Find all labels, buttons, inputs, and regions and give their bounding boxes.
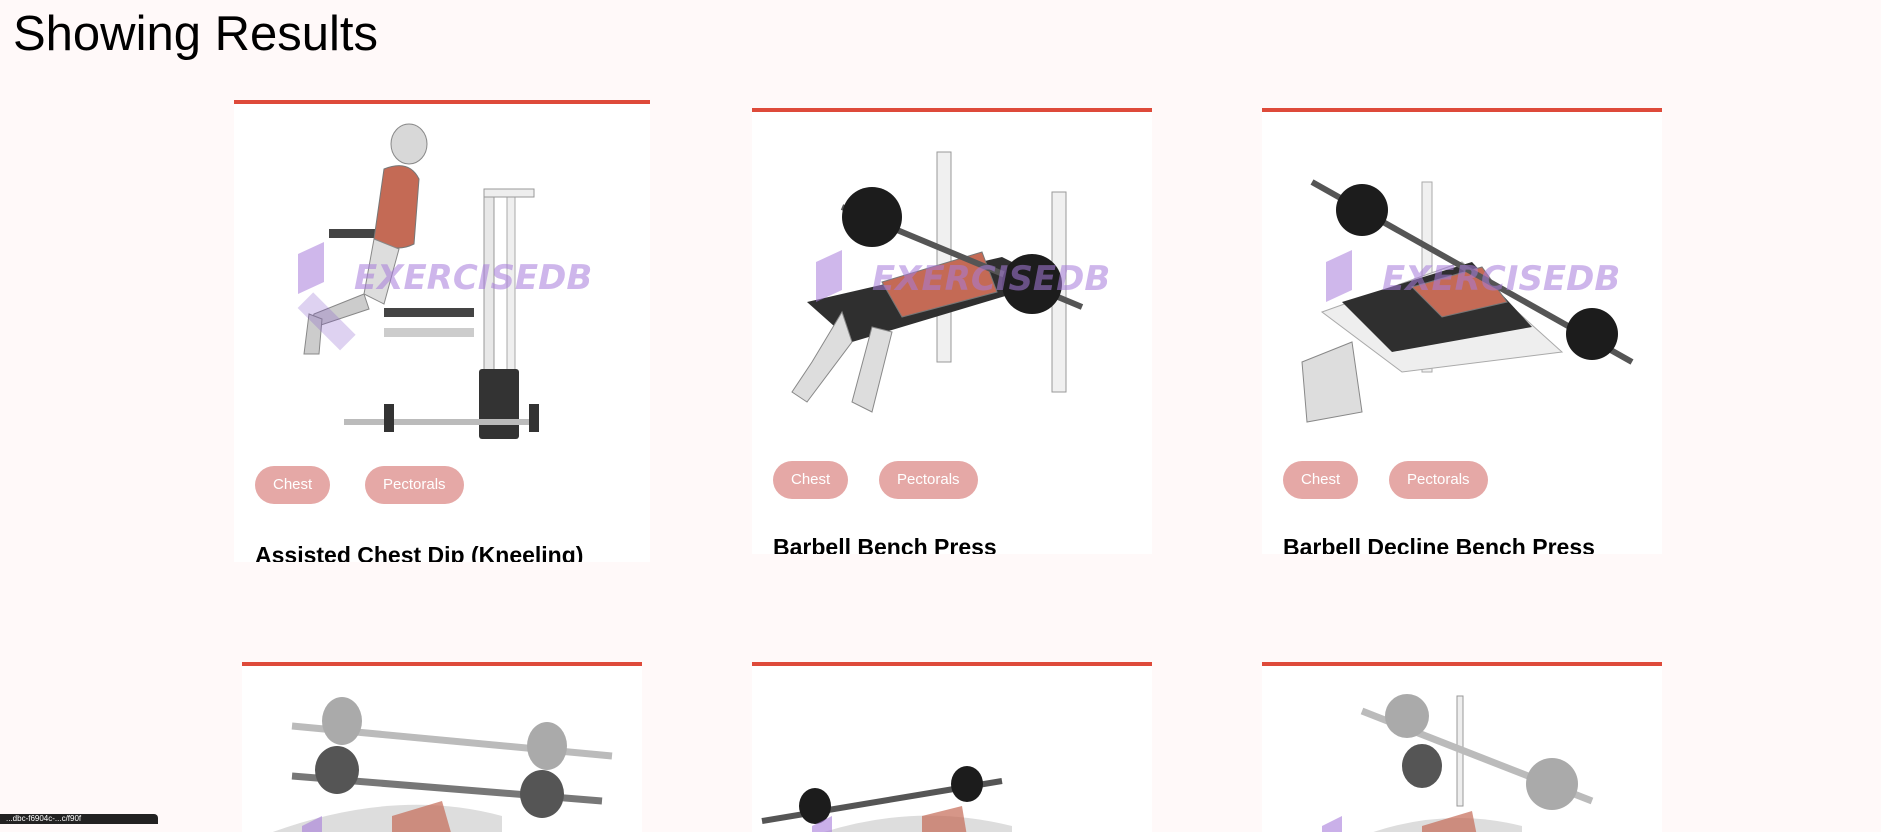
exercise-title[interactable]: Assisted Chest Dip (Kneeling): [255, 542, 583, 562]
exercise-image[interactable]: [242, 666, 642, 832]
exercise-image[interactable]: [752, 666, 1152, 832]
exercise-title[interactable]: Barbell Decline Bench Press: [1283, 534, 1595, 554]
tag-badge[interactable]: Chest: [1283, 461, 1359, 499]
tag-badge[interactable]: Chest: [255, 466, 331, 504]
decline-bench-illustration: EXERCISEDB: [1301, 179, 1634, 423]
exercise-card[interactable]: [1262, 662, 1662, 832]
exercise-title[interactable]: Barbell Bench Press: [773, 534, 997, 554]
exercise-card[interactable]: EXERCISEDB Chest Pectorals Barbell Decli…: [1262, 108, 1662, 554]
tag-badge[interactable]: Pectorals: [1389, 461, 1488, 499]
exercise-image[interactable]: EXERCISEDB: [752, 112, 1152, 442]
exercise-card[interactable]: EXERCISEDB Chest Pectorals Assisted Ches…: [234, 100, 650, 562]
watermark-text: EXERCISEDB: [354, 258, 592, 298]
exercise-image[interactable]: [1262, 666, 1662, 832]
tag-badge[interactable]: Chest: [773, 461, 849, 499]
exercise-image[interactable]: EXERCISEDB: [234, 104, 650, 444]
barbell-illustration: [1322, 694, 1594, 832]
watermark-text: EXERCISEDB: [1382, 259, 1620, 299]
tag-badge[interactable]: Pectorals: [365, 466, 464, 504]
exercise-card[interactable]: [752, 662, 1152, 832]
status-bar: ...dbc-f6904c-...c/f90f: [0, 814, 158, 824]
barbell-illustration: [761, 766, 1012, 832]
bench-press-illustration: EXERCISEDB: [791, 151, 1110, 413]
page-title: Showing Results: [13, 7, 378, 61]
exercise-card[interactable]: EXERCISEDB Chest Pectorals Barbell Bench…: [752, 108, 1152, 554]
assisted-dip-illustration: EXERCISEDB: [297, 123, 592, 439]
watermark-text: EXERCISEDB: [872, 259, 1110, 299]
exercise-card[interactable]: [242, 662, 642, 832]
tag-badge[interactable]: Pectorals: [879, 461, 978, 499]
barbell-illustration: [272, 697, 613, 832]
exercise-image[interactable]: EXERCISEDB: [1262, 112, 1662, 442]
